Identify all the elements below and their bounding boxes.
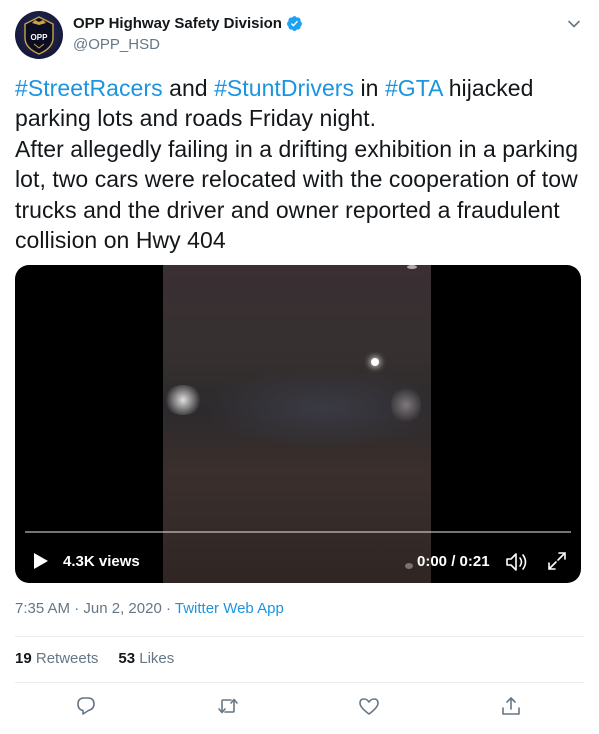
tweet: OPP OPP Highway Safety Division @OPP_HSD… <box>0 0 599 734</box>
headlight-glow <box>163 385 203 415</box>
verified-badge-icon <box>287 16 302 31</box>
divider <box>15 636 584 637</box>
hashtag-link[interactable]: #GTA <box>385 75 442 101</box>
share-icon[interactable] <box>500 695 522 717</box>
retweets-count: 19 <box>15 650 32 667</box>
hashtag-link[interactable]: #StreetRacers <box>15 75 163 101</box>
tweet-source-link[interactable]: Twitter Web App <box>175 600 284 617</box>
tweet-time[interactable]: 7:35 AM <box>15 600 70 617</box>
meta-separator: · <box>70 600 84 617</box>
author-name-row[interactable]: OPP Highway Safety Division <box>73 15 303 32</box>
heart-icon[interactable] <box>358 695 380 717</box>
engagement-stats: 19 Retweets 53 Likes <box>15 650 194 667</box>
fullscreen-icon[interactable] <box>547 551 567 571</box>
display-name[interactable]: OPP Highway Safety Division <box>73 15 282 32</box>
opp-badge-icon: OPP <box>24 16 54 55</box>
play-icon[interactable] <box>33 552 49 570</box>
likes-count: 53 <box>118 650 136 667</box>
retweets-label: Retweets <box>35 650 99 667</box>
light-spot <box>407 265 417 269</box>
action-bar <box>0 695 599 721</box>
avatar-text: OPP <box>31 33 49 42</box>
volume-icon[interactable] <box>505 551 529 573</box>
chevron-down-icon[interactable] <box>566 16 582 32</box>
light-spot <box>371 358 379 366</box>
light-spot <box>391 385 421 425</box>
video-time: 0:00 / 0:21 <box>417 553 490 570</box>
author-handle[interactable]: @OPP_HSD <box>73 36 160 53</box>
tweet-text-segment: After allegedly failing in a drifting ex… <box>15 135 579 254</box>
tweet-text: #StreetRacers and #StuntDrivers in #GTA … <box>15 73 587 255</box>
tweet-text-segment: and <box>162 75 215 101</box>
likes-stat[interactable]: 53 Likes <box>118 650 174 667</box>
retweet-icon[interactable] <box>217 695 239 717</box>
reply-icon[interactable] <box>75 695 97 717</box>
view-count: 4.3K views <box>63 553 140 570</box>
video-frame <box>163 265 431 583</box>
retweets-stat[interactable]: 19 Retweets <box>15 650 98 667</box>
video-player[interactable]: 4.3K views 0:00 / 0:21 <box>15 265 581 583</box>
tweet-text-segment: in <box>354 75 385 101</box>
hashtag-link[interactable]: #StuntDrivers <box>214 75 354 101</box>
tweet-meta: 7:35 AM · Jun 2, 2020 · Twitter Web App <box>15 600 284 617</box>
avatar[interactable]: OPP <box>15 11 63 59</box>
divider <box>15 682 584 683</box>
video-progress-bar[interactable] <box>25 531 571 533</box>
tweet-date[interactable]: Jun 2, 2020 <box>83 600 161 617</box>
likes-label: Likes <box>139 650 175 667</box>
meta-separator: · <box>161 600 175 617</box>
video-controls: 4.3K views 0:00 / 0:21 <box>15 547 581 575</box>
